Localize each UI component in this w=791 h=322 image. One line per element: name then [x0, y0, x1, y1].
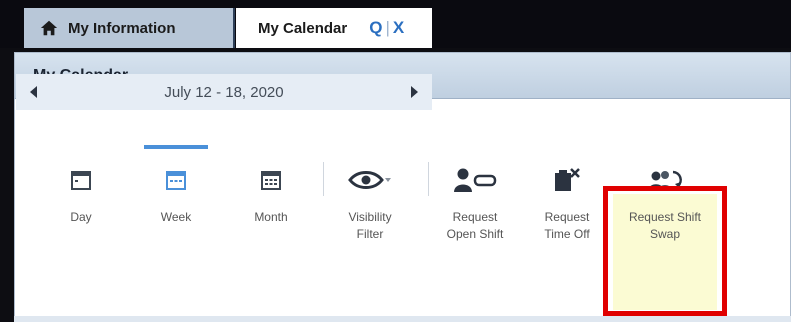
request-time-off-button[interactable]: Request Time Off [532, 160, 602, 243]
toolbar-divider [323, 162, 324, 196]
week-view-button[interactable]: Week [141, 160, 211, 226]
close-icon[interactable]: X [393, 18, 404, 38]
calendar-month-icon [261, 171, 281, 190]
highlight-box [603, 186, 727, 316]
bottom-strip [14, 316, 791, 322]
visibility-filter-line1: Visibility [348, 210, 392, 224]
day-view-button[interactable]: Day [46, 160, 116, 226]
request-time-off-label: Request Time Off [532, 209, 602, 243]
request-open-shift-label: Request Open Shift [440, 209, 510, 243]
time-off-icon [555, 168, 580, 191]
day-label: Day [70, 210, 92, 224]
request-open-shift-line2: Open Shift [446, 227, 504, 241]
calendar-week-icon [166, 171, 186, 190]
date-range-label: July 12 - 18, 2020 [164, 83, 284, 101]
month-view-button[interactable]: Month [236, 160, 306, 226]
request-time-off-line1: Request [544, 210, 590, 224]
request-time-off-line2: Time Off [544, 227, 590, 241]
date-navigator: July 12 - 18, 2020 [16, 74, 432, 110]
request-open-shift-button[interactable]: Request Open Shift [440, 160, 510, 243]
request-open-shift-line1: Request [452, 210, 498, 224]
toolbar-divider-2 [428, 162, 429, 196]
tab-tools: Q | X [369, 18, 404, 38]
eye-icon [348, 171, 391, 189]
tab-my-calendar[interactable]: My Calendar Q | X [236, 8, 432, 48]
calendar-day-icon [71, 171, 91, 190]
search-icon[interactable]: Q [369, 18, 382, 38]
month-label: Month [254, 210, 288, 224]
week-label: Week [160, 210, 192, 224]
visibility-filter-label: Visibility Filter [335, 209, 405, 243]
tool-separator: | [385, 18, 390, 37]
next-week-arrow-icon[interactable] [411, 86, 418, 98]
previous-week-arrow-icon[interactable] [30, 86, 37, 98]
tab-bar: My Information My Calendar Q | X [0, 0, 791, 48]
home-icon [40, 20, 58, 36]
visibility-filter-button[interactable]: Visibility Filter [335, 160, 405, 243]
tab-my-information[interactable]: My Information [24, 8, 235, 48]
visibility-filter-line2: Filter [356, 227, 384, 241]
active-view-indicator [144, 145, 208, 149]
tab-my-information-label: My Information [68, 19, 176, 37]
tab-my-calendar-label: My Calendar [258, 19, 348, 37]
person-shift-icon [454, 168, 497, 192]
